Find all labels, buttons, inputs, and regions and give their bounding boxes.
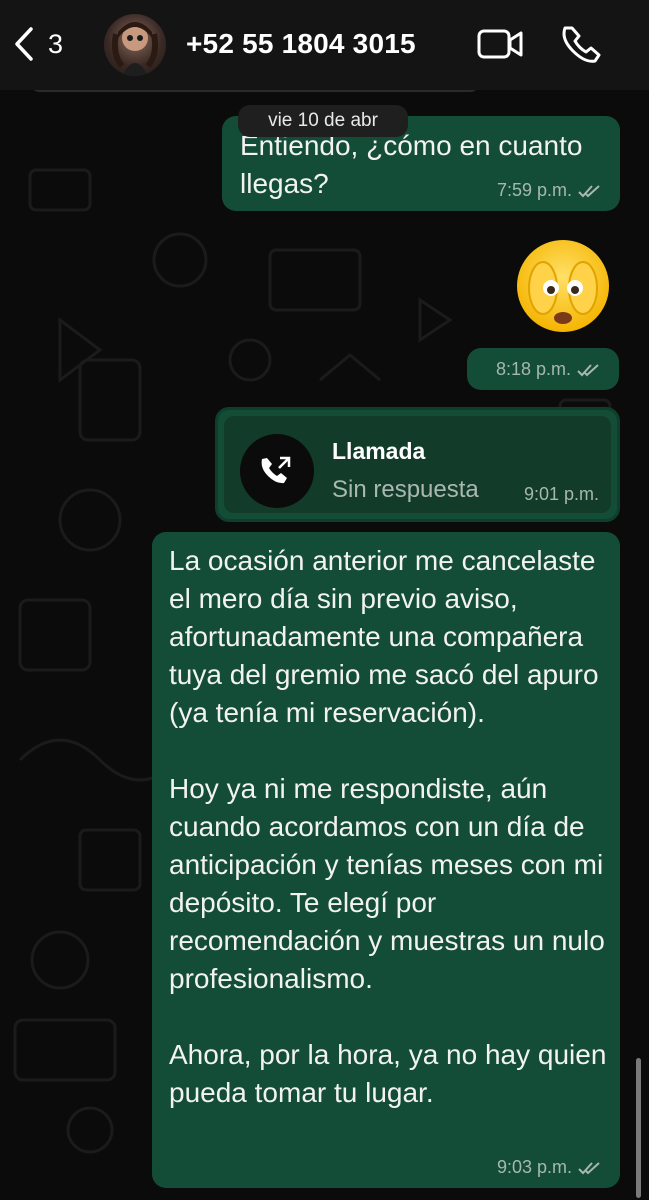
- message-time: 7:59 p.m.: [496, 180, 572, 200]
- double-check-icon: [578, 1161, 600, 1174]
- chat-header: 3 +52 55 1804 3015: [0, 0, 649, 90]
- call-card: Llamada Sin respuesta 9:01 p.m.: [224, 416, 611, 513]
- message-bubble[interactable]: La ocasión anterior me cancelaste el mer…: [152, 532, 620, 1188]
- emoji-time-bubble: 8:18 p.m.: [467, 348, 619, 390]
- message-meta: 7:59 p.m.: [497, 180, 602, 201]
- face-with-hands-over-eyes-icon: [517, 240, 609, 332]
- date-separator: vie 10 de abr: [238, 105, 408, 137]
- message-meta: 8:18 p.m.: [496, 359, 601, 380]
- unread-count: 3: [48, 28, 64, 59]
- double-check-icon: [578, 184, 600, 197]
- message-time: 9:01 p.m.: [523, 484, 599, 504]
- double-check-icon: [577, 363, 599, 376]
- message-time: 8:18 p.m.: [495, 359, 571, 379]
- message-meta: 9:03 p.m.: [497, 1157, 602, 1178]
- call-log-bubble[interactable]: Llamada Sin respuesta 9:01 p.m.: [215, 407, 620, 522]
- video-call-button[interactable]: [476, 26, 524, 67]
- chevron-left-icon: [15, 27, 33, 61]
- video-call-icon: [477, 29, 523, 59]
- message-text: La ocasión anterior me cancelaste el mer…: [169, 545, 607, 1108]
- message-time: 9:03 p.m.: [496, 1157, 572, 1177]
- back-button[interactable]: 3: [12, 26, 63, 62]
- scrollbar[interactable]: [636, 1058, 641, 1198]
- call-title: Llamada: [332, 438, 426, 464]
- contact-name[interactable]: +52 55 1804 3015: [186, 28, 416, 60]
- call-status: Sin respuesta: [332, 476, 479, 503]
- emoji-message[interactable]: [513, 236, 613, 336]
- voice-call-button[interactable]: [562, 24, 602, 69]
- avatar[interactable]: [104, 14, 166, 76]
- phone-icon: [562, 26, 601, 63]
- outgoing-call-icon: [240, 434, 314, 508]
